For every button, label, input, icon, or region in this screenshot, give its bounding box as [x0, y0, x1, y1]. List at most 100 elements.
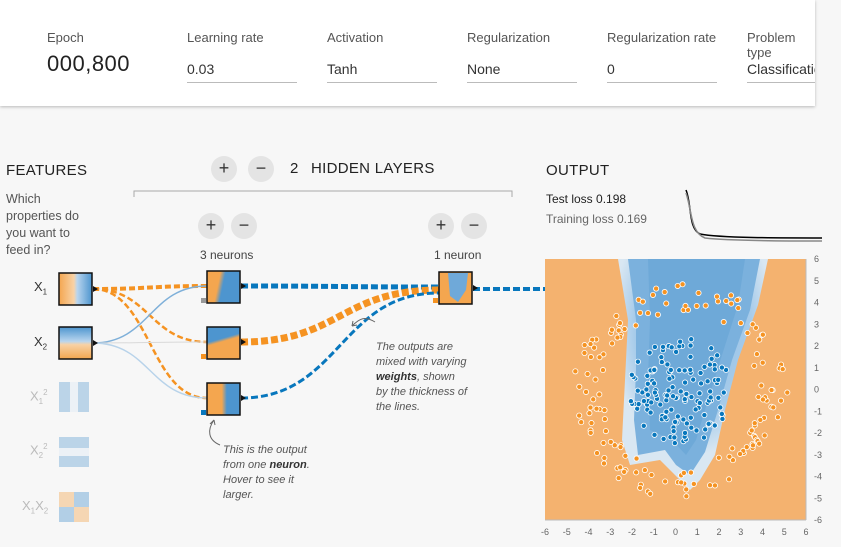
- data-point-blue: [664, 392, 671, 399]
- data-point-orange: [600, 439, 607, 446]
- data-point-blue: [718, 364, 725, 371]
- data-point-blue: [682, 429, 689, 436]
- data-point-blue: [668, 406, 675, 413]
- data-point-blue: [718, 410, 725, 417]
- data-point-blue: [667, 366, 674, 373]
- data-point-blue: [714, 352, 721, 359]
- data-point-blue: [717, 404, 724, 411]
- weights-note-line: weights, shown: [376, 371, 455, 383]
- weights-note-line: The outputs are: [376, 341, 454, 353]
- x-tick-label: -5: [563, 527, 571, 537]
- data-point-orange: [617, 464, 624, 471]
- data-point-orange: [596, 391, 603, 398]
- x-tick-label: 6: [803, 527, 808, 537]
- output-title: OUTPUT: [546, 162, 610, 179]
- data-point-blue: [676, 367, 683, 374]
- data-point-blue: [715, 376, 722, 383]
- data-point-orange: [644, 310, 651, 317]
- data-point-blue: [719, 415, 726, 422]
- y-tick-label: -1: [814, 406, 822, 416]
- feature-x1-node: [58, 272, 98, 306]
- data-point-orange: [751, 362, 758, 369]
- data-point-orange: [757, 416, 764, 423]
- data-point-orange: [755, 393, 762, 400]
- x-tick-label: 5: [782, 527, 787, 537]
- data-point-orange: [713, 293, 720, 300]
- data-point-orange: [720, 319, 727, 326]
- data-point-blue: [651, 366, 658, 373]
- data-point-blue: [700, 434, 707, 441]
- data-point-orange: [735, 305, 742, 312]
- x-tick-label: -4: [584, 527, 592, 537]
- data-point-orange: [615, 327, 622, 334]
- data-point-orange: [639, 298, 646, 305]
- data-point-orange: [600, 460, 607, 467]
- y-tick-label: 5: [814, 276, 819, 286]
- data-point-blue: [706, 361, 713, 368]
- data-point-orange: [728, 292, 735, 299]
- data-point-blue: [644, 391, 651, 398]
- data-point-orange: [633, 469, 640, 476]
- data-point-blue: [705, 420, 712, 427]
- data-point-blue: [663, 408, 670, 415]
- data-point-blue: [687, 342, 694, 349]
- x-tick-label: -6: [541, 527, 549, 537]
- data-point-blue: [644, 380, 651, 387]
- y-tick-label: 1: [814, 363, 819, 373]
- data-point-blue: [680, 416, 687, 423]
- link-n1-out: [240, 283, 440, 290]
- data-point-blue: [681, 396, 688, 403]
- data-point-orange: [586, 410, 593, 417]
- data-point-orange: [616, 320, 623, 327]
- data-point-orange: [768, 387, 775, 394]
- data-point-orange: [649, 291, 656, 298]
- weights-note-line: by the thickness of: [376, 386, 468, 398]
- data-point-orange: [596, 354, 603, 361]
- data-point-orange: [587, 404, 594, 411]
- test-loss: Test loss 0.198: [546, 192, 626, 206]
- data-point-blue: [648, 399, 655, 406]
- data-point-orange: [693, 302, 700, 309]
- data-point-orange: [753, 351, 760, 358]
- y-tick-label: 6: [814, 254, 819, 264]
- data-point-blue: [658, 354, 665, 361]
- y-tick-label: -5: [814, 493, 822, 503]
- data-point-blue: [687, 353, 694, 360]
- data-point-orange: [572, 368, 579, 375]
- data-point-orange: [617, 444, 624, 451]
- neuron-note-line: from one neuron.: [223, 459, 310, 471]
- data-point-blue: [677, 338, 684, 345]
- data-point-orange: [729, 445, 736, 452]
- data-point-orange: [751, 420, 758, 427]
- data-point-blue: [707, 388, 714, 395]
- neuron-layer1-1: [201, 270, 246, 304]
- data-point-blue: [647, 409, 654, 416]
- data-point-orange: [599, 367, 606, 374]
- data-point-blue: [640, 422, 647, 429]
- x-tick-label: -1: [650, 527, 658, 537]
- data-point-blue: [708, 345, 715, 352]
- x-tick-label: 0: [673, 527, 678, 537]
- data-point-blue: [628, 371, 635, 378]
- data-point-blue: [677, 388, 684, 395]
- data-point-blue: [671, 440, 678, 447]
- data-point-orange: [662, 478, 669, 485]
- x-tick-label: 3: [738, 527, 743, 537]
- data-point-orange: [637, 309, 644, 316]
- data-point-blue: [660, 343, 667, 350]
- data-point-blue: [690, 376, 697, 383]
- x-tick-label: -2: [628, 527, 636, 537]
- training-loss: Training loss 0.169: [546, 212, 647, 226]
- data-point-blue: [662, 414, 669, 421]
- y-tick-label: -6: [814, 515, 822, 525]
- data-point-blue: [670, 393, 677, 400]
- data-point-orange: [715, 298, 722, 305]
- data-point-orange: [590, 396, 597, 403]
- data-point-orange: [680, 469, 687, 476]
- data-point-orange: [758, 382, 765, 389]
- data-point-orange: [748, 427, 755, 434]
- data-point-orange: [749, 442, 756, 449]
- data-point-orange: [653, 285, 660, 292]
- data-point-orange: [661, 289, 668, 296]
- network-diagram: -6 -5 -4 -3 -2 -1 0 1 2 3 4 5 6 -6 -5 -4 -3 -2 -1 0 1 2 3 4 5 6: [58, 189, 822, 537]
